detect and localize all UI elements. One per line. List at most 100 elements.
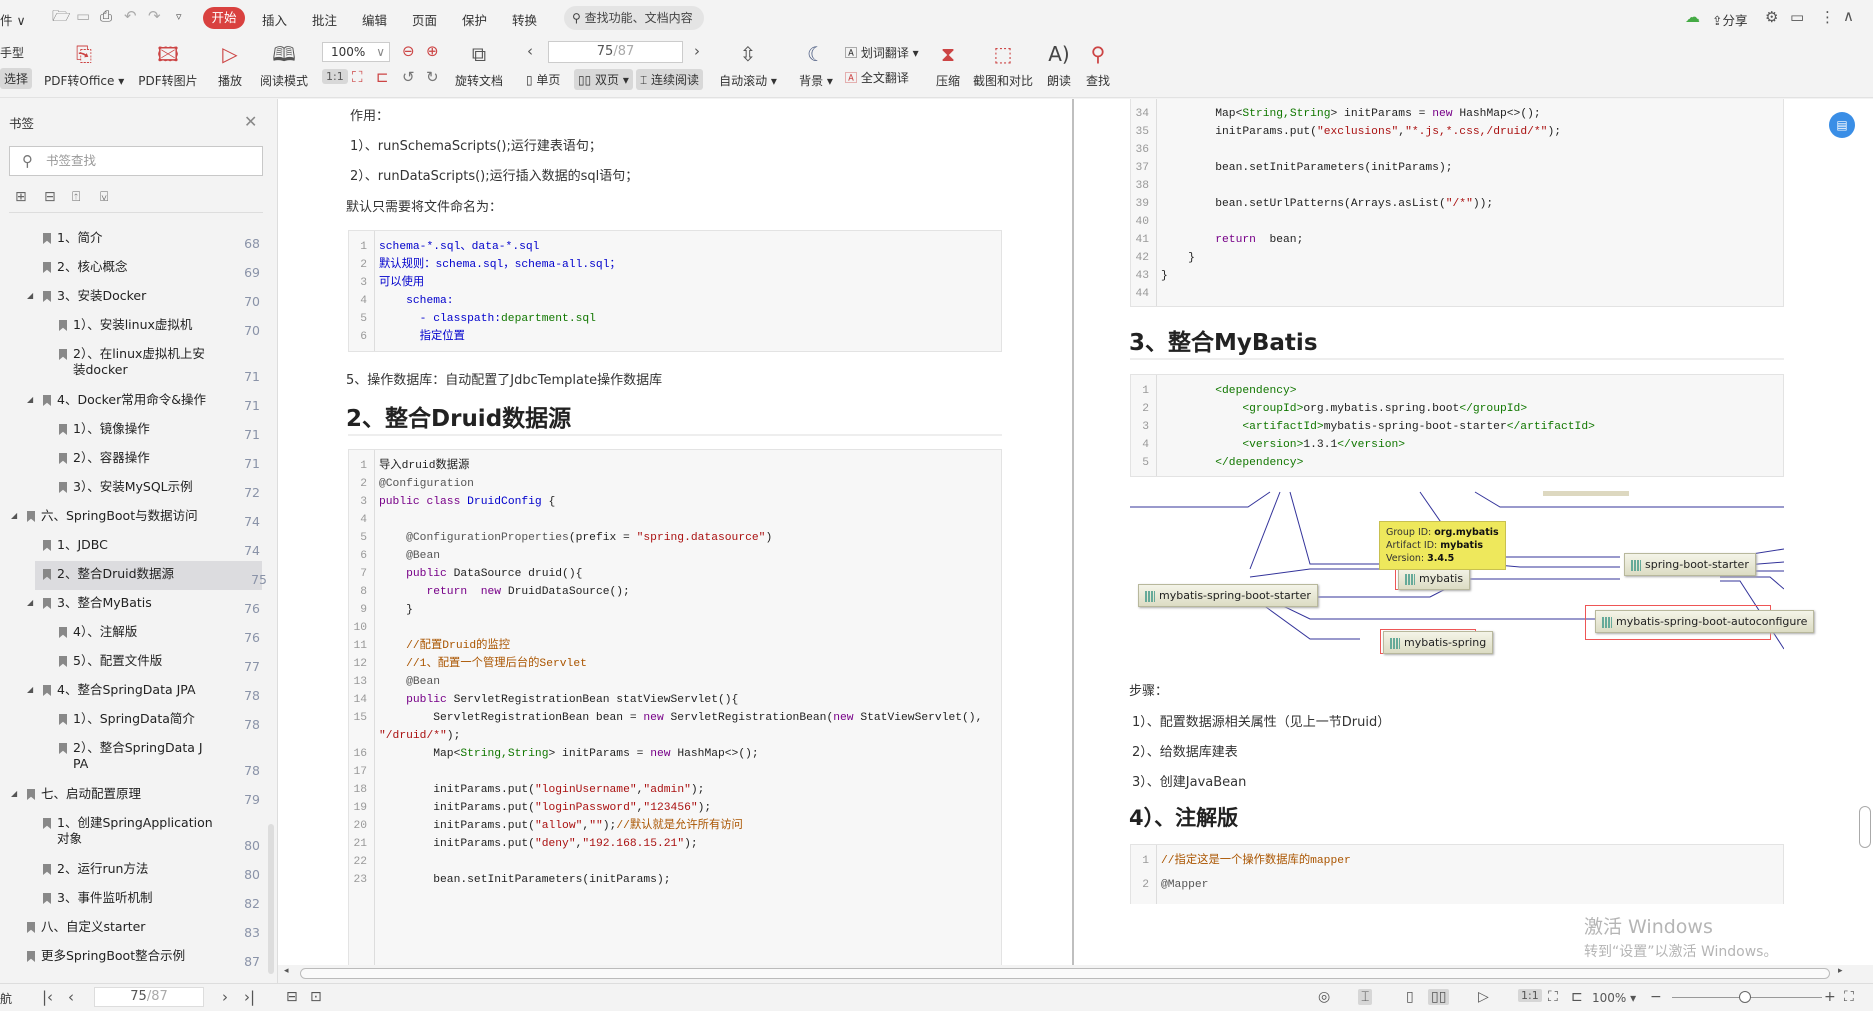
single-page-icon[interactable]: ▯ <box>1406 989 1414 1005</box>
select-tool[interactable]: 选择 <box>0 68 33 89</box>
bookmark-item[interactable]: 1）、安装linux虚拟机 70 <box>0 312 265 341</box>
bookmark-item[interactable]: 2、核心概念 69 <box>0 254 265 283</box>
sidebar-scrollbar[interactable] <box>268 824 274 974</box>
bookmark-item[interactable]: 3、事件监听机制 82 <box>0 885 265 914</box>
prev-page-icon[interactable]: ‹ <box>68 990 74 1005</box>
next-view-icon[interactable]: ⊡ <box>310 989 322 1005</box>
auto-scroll-button[interactable]: ⇳ 自动滚动 ▾ <box>718 40 778 89</box>
find-button[interactable]: ⚲ 查找 <box>1082 40 1114 89</box>
hand-tool[interactable]: 手型 <box>0 44 24 61</box>
read-mode-button[interactable]: 🕮 阅读模式 <box>256 40 312 89</box>
tab-start[interactable]: 开始 <box>203 7 245 29</box>
redo-icon[interactable]: ↷ <box>148 9 161 24</box>
play-button[interactable]: ▷ 播放 <box>212 40 248 89</box>
open-folder-icon[interactable]: 🗁 <box>52 9 71 24</box>
last-page-icon[interactable]: ›| <box>244 990 255 1005</box>
word-translate-button[interactable]: 🄰 划词翻译 ▾ <box>845 44 919 61</box>
customize-dropdown-icon[interactable]: ▿ <box>176 11 182 22</box>
expand-toggle-icon[interactable]: ◢ <box>11 789 17 798</box>
zoom-out-icon[interactable]: ⊖ <box>402 44 415 59</box>
menu-file[interactable]: 件 ∨ <box>0 10 26 29</box>
bookmark-item[interactable]: 1）、SpringData简介 78 <box>0 706 265 735</box>
fit-width-icon[interactable]: ⊏ <box>376 70 389 85</box>
bookmark-search-input[interactable]: ⚲ 书签查找 <box>9 146 263 176</box>
actual-size-icon[interactable]: 1:1 <box>322 69 348 84</box>
bookmark-item[interactable]: ◢ 4、Docker常用命令&操作 71 <box>0 387 265 416</box>
cloud-sync-icon[interactable]: ☁ <box>1685 10 1700 25</box>
bookmark-item[interactable]: 2）、容器操作 71 <box>0 445 265 474</box>
pdf-to-office-button[interactable]: ⎘ PDF转Office ▾ <box>44 40 124 89</box>
node-mybatis[interactable]: mybatis <box>1398 567 1471 590</box>
tab-insert[interactable]: 插入 <box>262 10 287 29</box>
background-button[interactable]: ☾ 背景 ▾ <box>796 40 836 89</box>
bookmark-item[interactable]: ◢ 4、整合SpringData JPA 78 <box>0 677 265 706</box>
bookmark-item[interactable]: 5）、配置文件版 77 <box>0 648 265 677</box>
rotate-right-icon[interactable]: ↻ <box>426 70 439 85</box>
print-icon[interactable]: ⎙ <box>100 9 112 24</box>
bookmark-icon[interactable]: ⍌ <box>100 189 108 205</box>
fit-width-icon[interactable]: ⊏ <box>1571 989 1583 1005</box>
gear-icon[interactable]: ⚙ <box>1765 10 1778 25</box>
compress-button[interactable]: ⧗ 压缩 <box>932 40 964 89</box>
bookmark-item[interactable]: 更多SpringBoot整合示例 87 <box>0 943 265 972</box>
pdf-to-image-button[interactable]: 🖾 PDF转图片 <box>136 40 200 89</box>
bookmark-item[interactable]: ◢ 3、整合MyBatis 76 <box>0 590 265 619</box>
bookmark-item[interactable]: 1、简介 68 <box>0 225 265 254</box>
add-bookmark-icon[interactable]: ⍐ <box>72 189 80 205</box>
expand-toggle-icon[interactable]: ◢ <box>27 598 33 607</box>
bookmark-item[interactable]: 2）、整合SpringData J PA 78 <box>0 735 265 781</box>
fit-page-icon[interactable]: ⛶ <box>352 70 363 85</box>
vertical-scrollbar[interactable] <box>1855 99 1873 965</box>
node-mybatis-spring-boot-starter[interactable]: mybatis-spring-boot-starter <box>1138 584 1318 607</box>
scroll-right-icon[interactable]: ▸ <box>1838 967 1843 976</box>
read-aloud-button[interactable]: A) 朗读 <box>1044 40 1074 89</box>
expand-all-icon[interactable]: ⊞ <box>15 189 27 205</box>
zoom-slider-handle[interactable] <box>1739 991 1751 1003</box>
rotate-left-icon[interactable]: ↺ <box>402 70 415 85</box>
tab-annotate[interactable]: 批注 <box>312 10 337 29</box>
save-icon[interactable]: ▭ <box>76 9 90 24</box>
zoom-select[interactable]: 100% ▾ <box>1592 991 1636 1005</box>
fit-page-icon[interactable]: ⛶ <box>1548 989 1558 1005</box>
tab-page[interactable]: 页面 <box>412 10 437 29</box>
bookmark-item[interactable]: 2）、在linux虚拟机上安 装docker 71 <box>0 341 265 387</box>
bookmark-item[interactable]: 4）、注解版 76 <box>0 619 265 648</box>
collapse-all-icon[interactable]: ⊟ <box>44 189 56 205</box>
rotate-document-button[interactable]: ⧉ 旋转文档 <box>452 40 506 89</box>
comment-icon[interactable]: ▭ <box>1790 10 1804 25</box>
zoom-select[interactable]: 100% ∨ <box>322 42 390 62</box>
page-number-input[interactable]: 75/87 <box>548 41 683 63</box>
close-icon[interactable]: ✕ <box>244 112 257 131</box>
prev-view-icon[interactable]: ⊟ <box>286 989 298 1005</box>
actual-size-icon[interactable]: 1:1 <box>1518 989 1542 1002</box>
expand-toggle-icon[interactable]: ◢ <box>27 685 33 694</box>
scroll-thumb[interactable] <box>1859 806 1871 848</box>
first-page-icon[interactable]: |‹ <box>42 990 53 1005</box>
zoom-out-icon[interactable]: − <box>1650 989 1662 1005</box>
bookmark-item[interactable]: 1、创建SpringApplication 对象 80 <box>0 810 265 856</box>
full-translate-button[interactable]: 🄰 全文翻译 <box>845 69 909 86</box>
zoom-in-icon[interactable]: ⊕ <box>426 44 439 59</box>
more-icon[interactable]: ⋮ <box>1820 10 1835 25</box>
tab-protect[interactable]: 保护 <box>462 10 487 29</box>
scroll-thumb[interactable] <box>300 968 1830 979</box>
single-page-button[interactable]: ▯ 单页 <box>526 71 560 88</box>
node-mybatis-spring[interactable]: mybatis-spring <box>1383 631 1494 654</box>
floating-tool-button[interactable]: ▤ <box>1829 112 1855 138</box>
expand-toggle-icon[interactable]: ◢ <box>11 511 17 520</box>
horizontal-scrollbar[interactable]: ◂ ▸ <box>278 965 1855 983</box>
node-mybatis-spring-boot-autoconfigure[interactable]: mybatis-spring-boot-autoconfigure <box>1595 610 1815 633</box>
next-page-icon[interactable]: › <box>694 44 700 59</box>
bookmark-item[interactable]: 八、自定义starter 83 <box>0 914 265 943</box>
fullscreen-icon[interactable]: ⛶ <box>1844 989 1854 1005</box>
collapse-ribbon-icon[interactable]: ∧ <box>1843 9 1854 24</box>
bookmark-item[interactable]: ◢ 七、启动配置原理 79 <box>0 781 265 810</box>
eye-protection-icon[interactable]: ◎ <box>1318 989 1330 1005</box>
bookmark-item[interactable]: 2、运行run方法 80 <box>0 856 265 885</box>
undo-icon[interactable]: ↶ <box>124 9 137 24</box>
bookmark-item[interactable]: 1、JDBC 74 <box>0 532 265 561</box>
node-spring-boot-starter[interactable]: spring-boot-starter <box>1624 553 1756 576</box>
scroll-left-icon[interactable]: ◂ <box>284 967 289 976</box>
play-icon[interactable]: ▷ <box>1478 989 1489 1005</box>
bookmark-item[interactable]: ◢ 3、安装Docker 70 <box>0 283 265 312</box>
